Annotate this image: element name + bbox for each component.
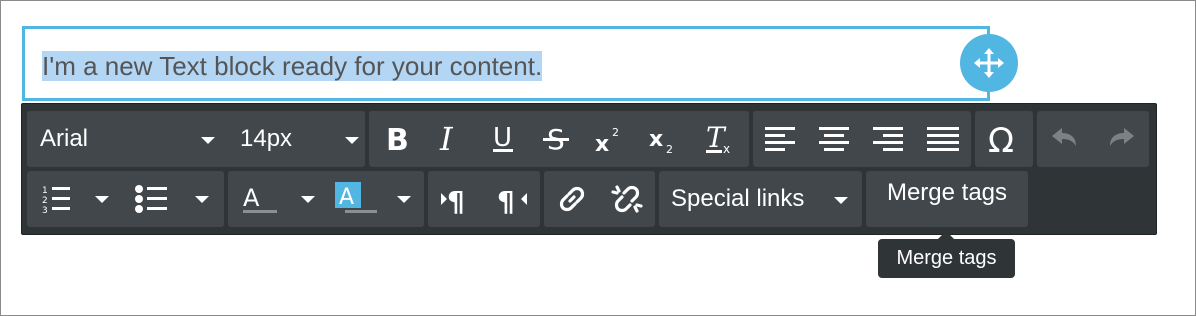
underline-icon: U [492, 124, 513, 153]
background-color-button[interactable]: A [328, 171, 384, 227]
align-left-button[interactable] [753, 111, 807, 167]
text-toolbar: Arial 14px B I U S x2 x2 Tx Ω 1 2 3 A A … [21, 103, 1157, 235]
ordered-list-dropdown[interactable] [85, 171, 119, 227]
chevron-down-icon [301, 195, 315, 203]
special-character-button[interactable]: Ω [975, 111, 1033, 167]
strikethrough-icon: S [542, 124, 569, 154]
subscript-icon: x2 [649, 127, 673, 154]
italic-icon: I [439, 124, 454, 154]
svg-text:A: A [243, 184, 260, 212]
undo-button[interactable] [1037, 111, 1093, 167]
merge-tags-tooltip: Merge tags [878, 231, 1015, 278]
background-color-icon: A [335, 182, 377, 213]
align-group [753, 111, 971, 167]
svg-text:2: 2 [42, 196, 48, 206]
svg-text:2: 2 [666, 143, 673, 154]
svg-text:I: I [439, 124, 454, 154]
svg-text:x: x [595, 132, 609, 154]
align-justify-button[interactable] [915, 111, 971, 167]
chevron-down-icon [201, 137, 215, 144]
bullet-list-button[interactable] [119, 171, 183, 227]
subscript-button[interactable]: x2 [636, 111, 689, 167]
ordered-list-icon: 123 [42, 186, 70, 214]
svg-text:1: 1 [42, 186, 48, 196]
svg-text:¶: ¶ [447, 185, 465, 214]
font-group: Arial 14px [27, 111, 365, 167]
link-icon [559, 186, 584, 212]
special-links-group: Special links [659, 171, 862, 227]
chevron-down-icon [397, 195, 411, 203]
align-justify-icon [927, 127, 959, 151]
rtl-button[interactable]: ¶ [484, 171, 540, 227]
ordered-list-button[interactable]: 123 [27, 171, 85, 227]
font-size-value: 14px [240, 125, 293, 152]
svg-text:Ω: Ω [988, 122, 1014, 156]
special-links-label: Special links [671, 185, 805, 212]
bullet-list-icon [135, 185, 167, 213]
align-right-icon [873, 127, 903, 151]
merge-tags-label: Merge tags [886, 179, 1008, 206]
unlink-button[interactable] [599, 171, 655, 227]
clear-format-button[interactable]: Tx [689, 111, 749, 167]
special-links-dropdown[interactable]: Special links [659, 171, 862, 227]
bold-icon: B [386, 124, 409, 154]
font-family-dropdown[interactable]: Arial [27, 111, 223, 167]
link-group [544, 171, 655, 227]
text-block[interactable]: I'm a new Text block ready for your cont… [22, 26, 990, 101]
direction-group: ¶ ¶ [428, 171, 540, 227]
text-color-icon: A [243, 184, 277, 213]
align-left-icon [765, 127, 795, 151]
italic-button[interactable]: I [422, 111, 476, 167]
svg-text:A: A [339, 185, 354, 210]
svg-text:U: U [493, 124, 512, 153]
superscript-icon: x2 [595, 126, 619, 154]
undo-icon [1052, 128, 1076, 146]
special-char-group: Ω [975, 111, 1033, 167]
chevron-down-icon [195, 195, 209, 203]
svg-text:x: x [649, 127, 663, 152]
redo-button[interactable] [1093, 111, 1149, 167]
svg-text:2: 2 [612, 126, 619, 139]
merge-tags-button[interactable]: Merge tags [866, 171, 1028, 227]
font-size-dropdown[interactable]: 14px [223, 111, 363, 167]
list-group: 123 [27, 171, 224, 227]
underline-button[interactable]: U [476, 111, 529, 167]
move-handle[interactable] [960, 34, 1018, 92]
ltr-icon: ¶ [441, 185, 465, 214]
text-color-button[interactable]: A [228, 171, 288, 227]
chevron-down-icon [345, 137, 359, 144]
link-button[interactable] [544, 171, 599, 227]
rtl-icon: ¶ [497, 185, 527, 214]
chevron-down-icon [834, 197, 848, 204]
svg-text:x: x [723, 142, 730, 155]
svg-text:B: B [386, 124, 409, 154]
svg-text:¶: ¶ [497, 185, 515, 214]
chevron-down-icon [95, 195, 109, 203]
align-right-button[interactable] [861, 111, 915, 167]
selected-text[interactable]: I'm a new Text block ready for your cont… [42, 51, 543, 81]
merge-tags-group: Merge tags [866, 171, 1028, 227]
format-group: B I U S x2 x2 Tx [369, 111, 749, 167]
ltr-button[interactable]: ¶ [428, 171, 484, 227]
text-color-dropdown[interactable] [288, 171, 328, 227]
align-center-button[interactable] [807, 111, 861, 167]
omega-icon: Ω [988, 122, 1014, 156]
color-group: A A [228, 171, 424, 227]
bullet-list-dropdown[interactable] [183, 171, 221, 227]
text-block-content[interactable]: I'm a new Text block ready for your cont… [42, 50, 543, 82]
move-icon [974, 48, 1004, 78]
font-family-value: Arial [40, 125, 89, 152]
svg-text:3: 3 [42, 206, 48, 214]
history-group [1037, 111, 1149, 167]
superscript-button[interactable]: x2 [582, 111, 636, 167]
strikethrough-button[interactable]: S [529, 111, 582, 167]
bold-button[interactable]: B [369, 111, 422, 167]
unlink-icon [611, 185, 643, 213]
align-center-icon [819, 127, 849, 151]
clear-format-icon: Tx [706, 123, 730, 155]
redo-icon [1110, 128, 1134, 146]
background-color-dropdown[interactable] [384, 171, 424, 227]
